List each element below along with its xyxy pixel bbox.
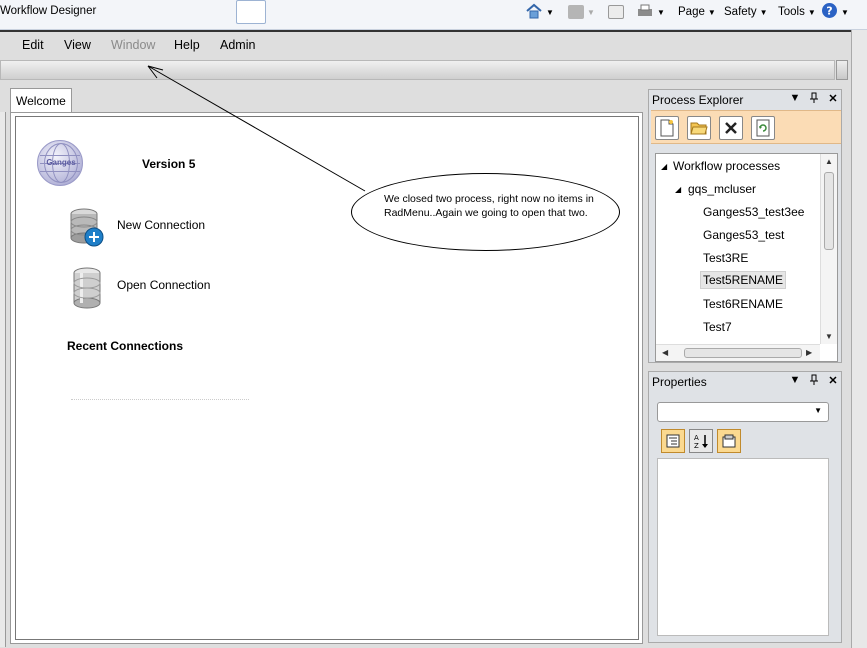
svg-text:Z: Z: [694, 442, 699, 449]
tree-process-item-selected[interactable]: Test5RENAME: [700, 271, 787, 289]
tools-menu-label: Tools: [778, 6, 805, 18]
delete-process-button[interactable]: [719, 116, 743, 140]
new-document-icon: [660, 119, 674, 137]
chevron-down-icon: ▼: [707, 7, 716, 17]
chevron-down-icon: ▼: [807, 7, 816, 17]
horizontal-scrollbar[interactable]: ◀ ▶: [656, 344, 820, 361]
chevron-down-icon: ▼: [546, 7, 554, 17]
open-process-button[interactable]: [687, 116, 711, 140]
page-menu[interactable]: Page ▼: [678, 3, 716, 21]
tools-menu[interactable]: Tools ▼: [778, 3, 816, 21]
refresh-button[interactable]: [751, 116, 775, 140]
collapse-arrow-icon[interactable]: ◢: [675, 185, 681, 194]
tree-process-item[interactable]: Ganges53_test3ee: [703, 205, 804, 219]
page-menu-label: Page: [678, 6, 705, 18]
property-grid[interactable]: [657, 458, 829, 636]
process-tree: ◢ Workflow processes ◢ gqs_mcluser Gange…: [655, 153, 838, 362]
ganges-logo: Ganges: [37, 140, 83, 186]
chevron-down-icon: ▼: [814, 406, 822, 415]
collapse-arrow-icon[interactable]: ◢: [661, 162, 667, 171]
svg-text:A: A: [694, 434, 699, 442]
dropdown-icon[interactable]: ▼: [788, 92, 802, 104]
refresh-icon: [756, 119, 770, 137]
database-icon[interactable]: [72, 267, 102, 309]
mail-button[interactable]: [608, 3, 624, 21]
scroll-left-icon[interactable]: ◀: [662, 348, 668, 357]
application-window: - Edit View Window Help Admin Welcome Ga…: [0, 30, 851, 648]
menu-view[interactable]: View: [64, 38, 91, 52]
chevron-down-icon: ▼: [657, 7, 665, 17]
callout-text: We closed two process, right now no item…: [384, 193, 594, 219]
safety-menu[interactable]: Safety ▼: [724, 3, 768, 21]
recent-connections-list: [71, 382, 249, 400]
tree-user-node[interactable]: gqs_mcluser: [688, 182, 756, 196]
tree-root[interactable]: Workflow processes: [673, 159, 780, 173]
close-icon[interactable]: ✕: [826, 374, 840, 387]
close-icon[interactable]: ✕: [826, 92, 840, 105]
logo-text: Ganges: [46, 158, 76, 167]
annotation-callout: We closed two process, right now no item…: [351, 173, 620, 251]
svg-text:?: ?: [826, 5, 832, 18]
menu-window[interactable]: Window: [111, 38, 155, 52]
printer-icon: [636, 3, 654, 22]
scroll-right-icon[interactable]: ▶: [806, 348, 812, 357]
help-button[interactable]: ? ▼: [821, 3, 849, 21]
scroll-thumb[interactable]: [824, 172, 834, 250]
tree-process-item[interactable]: Test7: [703, 320, 732, 334]
properties-object-select[interactable]: ▼: [657, 402, 829, 422]
sort-alpha-icon: AZ: [694, 434, 708, 449]
menu-bar: - Edit View Window Help Admin: [0, 34, 851, 58]
window-title: Workflow Designer: [0, 5, 97, 17]
home-button[interactable]: ▼: [525, 3, 554, 21]
new-process-button[interactable]: [655, 116, 679, 140]
toolbar-strip: [0, 60, 835, 80]
feeds-button[interactable]: ▼: [568, 3, 595, 21]
menu-help[interactable]: Help: [174, 38, 200, 52]
new-connection-link[interactable]: New Connection: [117, 218, 205, 232]
browser-search-box[interactable]: [236, 0, 266, 24]
menu-admin[interactable]: Admin: [220, 38, 255, 52]
tab-welcome[interactable]: Welcome: [10, 88, 72, 112]
tree-process-item[interactable]: Test6RENAME: [703, 297, 783, 311]
vertical-scrollbar[interactable]: ▲ ▼: [820, 154, 837, 344]
properties-panel: Properties ▼ ✕ ▼ AZ: [648, 371, 842, 643]
dropdown-icon[interactable]: ▼: [788, 374, 802, 386]
property-pages-button[interactable]: [717, 429, 741, 453]
tree-process-item[interactable]: Test3RE: [703, 251, 748, 265]
print-button[interactable]: ▼: [636, 3, 665, 21]
categorized-icon: [666, 434, 680, 448]
scroll-down-icon[interactable]: ▼: [825, 332, 833, 341]
process-explorer-panel: Process Explorer ▼ ✕ ◢ Workflow processe…: [648, 89, 842, 363]
open-folder-icon: [690, 122, 708, 135]
process-explorer-title: Process Explorer: [652, 93, 744, 107]
tree-process-item[interactable]: Ganges53_test: [703, 228, 784, 242]
pin-icon[interactable]: [807, 374, 821, 389]
chevron-down-icon: ▼: [759, 7, 768, 17]
recent-connections-title: Recent Connections: [67, 339, 184, 353]
page-vertical-scrollbar[interactable]: [851, 30, 867, 648]
database-add-icon[interactable]: [69, 207, 104, 247]
menu-edit[interactable]: Edit: [22, 38, 44, 52]
version-label: Version 5: [142, 157, 196, 171]
chevron-down-icon: ▼: [587, 7, 595, 17]
scroll-up-icon[interactable]: ▲: [825, 157, 833, 166]
alphabetical-button[interactable]: AZ: [689, 429, 713, 453]
mail-icon: [608, 5, 624, 19]
scroll-thumb[interactable]: [684, 348, 802, 358]
chevron-down-icon: ▼: [841, 7, 849, 17]
properties-title: Properties: [652, 375, 707, 389]
help-icon: ?: [821, 2, 838, 22]
toolbar-grip[interactable]: [836, 60, 848, 80]
process-explorer-toolbar: [651, 110, 841, 144]
safety-menu-label: Safety: [724, 6, 757, 18]
property-pages-icon: [722, 434, 736, 448]
delete-icon: [725, 122, 737, 134]
home-icon: [525, 3, 543, 22]
pin-icon[interactable]: [807, 92, 821, 107]
categorized-button[interactable]: [661, 429, 685, 453]
left-dock-edge[interactable]: [0, 112, 6, 647]
open-connection-link[interactable]: Open Connection: [117, 278, 210, 292]
browser-command-bar: Workflow Designer ▼ ▼ ▼ Page ▼ Safety ▼ To…: [0, 0, 867, 30]
rss-icon: [568, 5, 584, 19]
